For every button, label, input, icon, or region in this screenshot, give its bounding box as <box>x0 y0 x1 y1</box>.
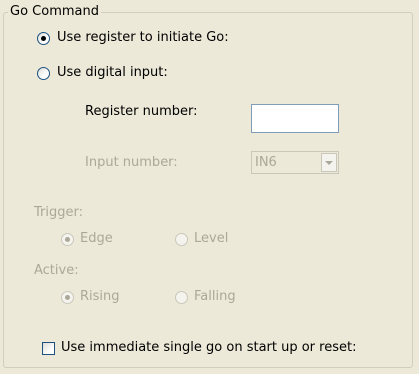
trigger-label: Trigger: <box>34 205 83 220</box>
input-number-value: IN6 <box>255 155 277 170</box>
use-digital-input-label[interactable]: Use digital input: <box>57 65 168 81</box>
input-number-label: Input number: <box>85 155 178 170</box>
active-falling-radio[interactable] <box>175 291 188 304</box>
register-number-input[interactable] <box>251 104 339 133</box>
trigger-level-label: Level <box>194 231 229 246</box>
use-register-label[interactable]: Use register to initiate Go: <box>57 30 229 46</box>
register-number-label: Register number: <box>85 104 198 119</box>
trigger-edge-radio[interactable] <box>61 233 74 246</box>
go-command-panel: Go Command Use register to initiate Go: … <box>0 0 419 374</box>
chevron-down-icon <box>325 161 333 165</box>
trigger-level-radio[interactable] <box>175 233 188 246</box>
active-falling-label: Falling <box>194 289 236 304</box>
use-register-radio[interactable] <box>37 32 50 45</box>
active-label: Active: <box>34 263 79 278</box>
radio-selected-dot <box>41 36 46 41</box>
dropdown-button[interactable] <box>321 153 337 172</box>
go-command-group-title: Go Command <box>8 4 101 20</box>
radio-selected-dot <box>65 295 70 300</box>
immediate-go-label[interactable]: Use immediate single go on start up or r… <box>61 340 356 356</box>
trigger-edge-label: Edge <box>80 231 113 246</box>
input-number-select[interactable]: IN6 <box>251 151 339 174</box>
radio-selected-dot <box>65 237 70 242</box>
active-rising-radio[interactable] <box>61 291 74 304</box>
use-digital-input-radio[interactable] <box>37 67 50 80</box>
active-rising-label: Rising <box>80 289 120 304</box>
immediate-go-checkbox[interactable] <box>42 342 55 355</box>
